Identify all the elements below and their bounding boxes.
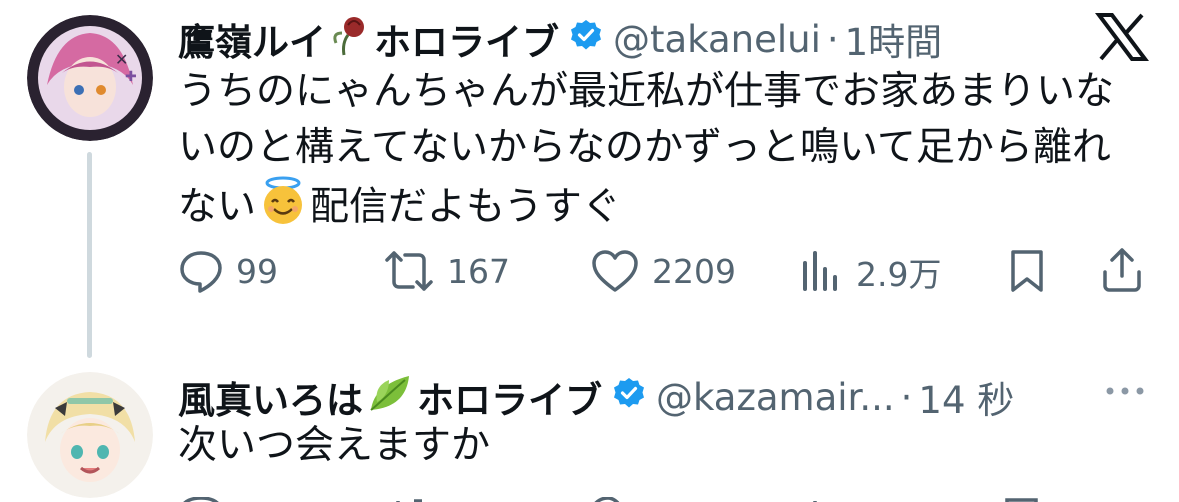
separator-dot: · (900, 375, 913, 419)
tweet-text-segment: 配信だよもうすぐ (310, 184, 621, 230)
separator-dot: · (826, 17, 839, 61)
thread-connector-line (87, 152, 92, 358)
tweet-text-line: いのと構えてないからなのかずっと鳴いて足から離れ (178, 125, 1111, 170)
tweet-text: 次いつ会えますか (178, 423, 491, 468)
more-options-button[interactable] (1103, 380, 1147, 406)
reply-button[interactable]: 99 (178, 248, 278, 294)
share-button[interactable] (1100, 246, 1144, 298)
display-name[interactable]: 鷹嶺ルイ (178, 12, 326, 66)
bookmark-button[interactable] (1007, 248, 1047, 298)
tweet-text-line: うちのにゃんちゃんが最近私が仕事でお家あまりいな (178, 69, 1115, 114)
reply-icon (180, 251, 222, 293)
timestamp[interactable]: 1時間 (845, 12, 943, 66)
tweet-text-segment: ない (178, 184, 257, 230)
tweet-header: 鷹嶺ルイ ホロライブ @takanelui · 1時間 (178, 12, 942, 66)
repost-icon (385, 251, 433, 291)
leaf-emoji-icon (367, 372, 413, 423)
x-logo-icon[interactable] (1095, 13, 1149, 65)
verified-icon (569, 18, 603, 61)
views-count: 2.9万 (856, 255, 942, 294)
timestamp[interactable]: 14 秒 (918, 370, 1014, 424)
handle[interactable]: @kazamair... (656, 376, 895, 419)
tweet-2-actions-partial (178, 492, 1158, 502)
views-icon (803, 251, 837, 291)
repost-button[interactable]: 167 (383, 248, 510, 294)
display-name[interactable]: 風真いろは (178, 370, 363, 424)
tweet-text-line: ない 配信だよもうすぐ (178, 176, 1114, 242)
svg-text:✕: ✕ (115, 50, 128, 69)
like-button[interactable]: 2209 (590, 248, 736, 294)
bookmark-icon (1011, 250, 1043, 292)
avatar[interactable]: ✕ ✚ (27, 15, 153, 141)
reply-count: 99 (236, 251, 278, 291)
share-icon (1103, 248, 1141, 292)
verified-icon (612, 376, 646, 419)
like-count: 2209 (652, 251, 736, 291)
like-icon (592, 250, 638, 292)
tweet-header: 風真いろは ホロライブ @kazamair... · 14 秒 (178, 370, 1014, 424)
tweet-text: うちのにゃんちゃんが最近私が仕事でお家あまりいな いのと構えてないからなのかずっ… (178, 64, 1114, 242)
more-icon (1106, 387, 1144, 395)
halo-smile-emoji-icon (258, 176, 308, 242)
avatar[interactable] (27, 372, 153, 498)
display-name-suffix[interactable]: ホロライブ (374, 12, 559, 66)
repost-count: 167 (447, 251, 510, 291)
display-name-suffix[interactable]: ホロライブ (417, 370, 602, 424)
handle[interactable]: @takanelui (613, 18, 821, 61)
svg-text:✚: ✚ (125, 69, 137, 85)
views-button[interactable]: 2.9万 (800, 248, 941, 296)
rose-emoji-icon (330, 13, 370, 66)
